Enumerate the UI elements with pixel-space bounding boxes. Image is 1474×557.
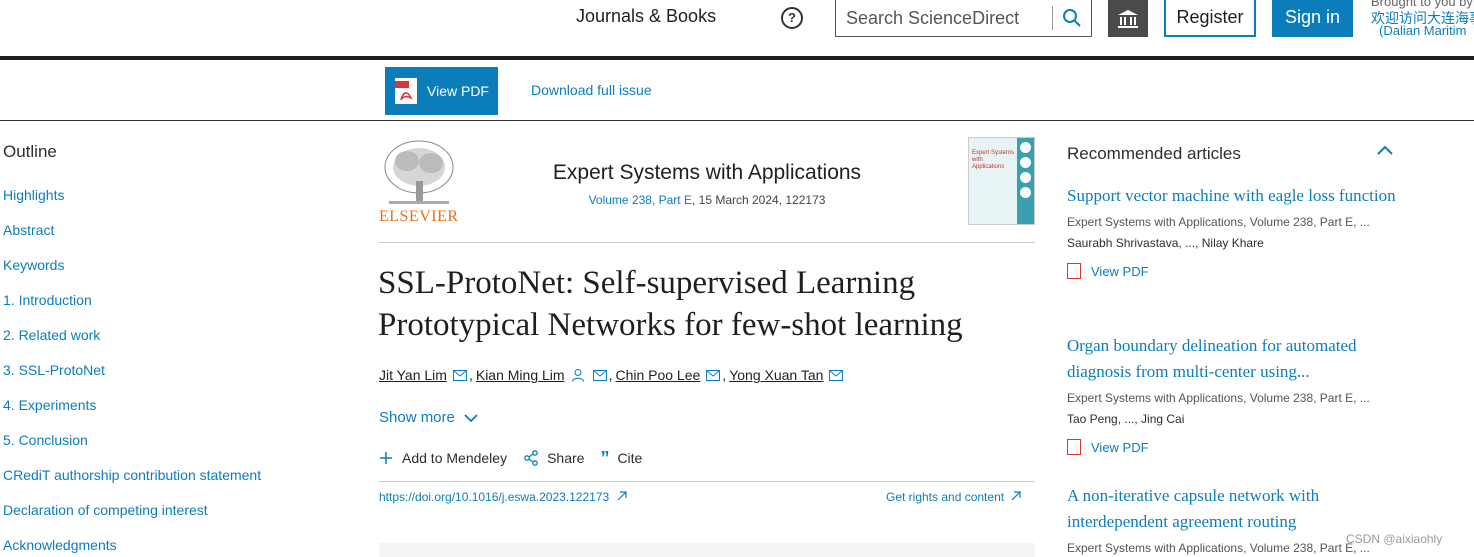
- recommended-view-pdf-link[interactable]: View PDF: [1067, 263, 1407, 279]
- sign-in-button[interactable]: Sign in: [1272, 0, 1353, 37]
- pdf-icon: [395, 78, 417, 104]
- outline-item-ssl-protonet[interactable]: 3. SSL-ProtoNet: [3, 362, 105, 378]
- recommended-article-source: Expert Systems with Applications, Volume…: [1067, 215, 1370, 229]
- issue-date: , 15 March 2024, 122173: [691, 193, 826, 207]
- recommended-view-pdf-link[interactable]: View PDF: [1067, 439, 1407, 455]
- envelope-icon[interactable]: [592, 369, 607, 381]
- journal-cover-image[interactable]: Expert Systems with Applications: [968, 137, 1035, 225]
- outline-item-highlights[interactable]: Highlights: [3, 187, 64, 203]
- doi-link[interactable]: https://doi.org/10.1016/j.eswa.2023.1221…: [379, 490, 627, 504]
- collapse-recommended-button[interactable]: [1376, 143, 1394, 162]
- quote-icon: ”: [600, 448, 610, 468]
- elsevier-wordmark: ELSEVIER: [379, 208, 459, 225]
- outline-item-conclusion[interactable]: 5. Conclusion: [3, 432, 88, 448]
- external-link-icon: [617, 491, 627, 501]
- outline-item-introduction[interactable]: 1. Introduction: [3, 292, 92, 308]
- institution-button[interactable]: [1108, 0, 1148, 37]
- person-icon[interactable]: [571, 368, 585, 382]
- recommended-article-authors: Saurabh Shrivastava, ..., Nilay Khare: [1067, 236, 1264, 250]
- envelope-icon[interactable]: [706, 369, 721, 381]
- author-link[interactable]: Jit Yan Lim: [379, 367, 447, 383]
- recommended-article-title[interactable]: A non-iterative capsule network with int…: [1067, 483, 1407, 535]
- institution-icon: [1118, 9, 1138, 28]
- cover-strip: [1017, 138, 1034, 224]
- search-button[interactable]: [1053, 3, 1091, 33]
- outline-heading: Outline: [3, 142, 57, 161]
- outline-item-competing-interest[interactable]: Declaration of competing interest: [3, 502, 208, 518]
- outline-item-abstract[interactable]: Abstract: [3, 222, 54, 238]
- recommended-article-title[interactable]: Organ boundary delineation for automated…: [1067, 333, 1407, 385]
- envelope-icon[interactable]: [829, 369, 844, 381]
- volume-link[interactable]: Volume 238, Part E: [589, 193, 692, 207]
- search-input[interactable]: [836, 3, 1052, 33]
- view-pdf-label: View PDF: [1091, 439, 1149, 455]
- author-link[interactable]: Yong Xuan Tan: [729, 367, 823, 383]
- cover-title: Expert Systems with Applications: [969, 138, 1017, 224]
- recommended-article: Support vector machine with eagle loss f…: [1067, 183, 1407, 279]
- register-button[interactable]: Register: [1164, 0, 1256, 37]
- volume-line: Volume 238, Part E, 15 March 2024, 12217…: [379, 193, 1035, 207]
- chevron-down-icon: [464, 413, 478, 422]
- pdf-icon: [1067, 263, 1081, 279]
- author-link[interactable]: Chin Poo Lee: [615, 367, 700, 383]
- journals-books-link[interactable]: Journals & Books: [576, 6, 716, 27]
- institution-name-link[interactable]: (Dalian Maritim: [1379, 23, 1466, 38]
- article-toolbar: [0, 62, 1474, 121]
- pdf-icon: [1067, 439, 1081, 455]
- search-box: [835, 0, 1092, 37]
- recommended-article-source: Expert Systems with Applications, Volume…: [1067, 391, 1370, 405]
- show-more-label: Show more: [379, 409, 455, 426]
- plus-icon: [380, 452, 392, 464]
- show-more-button[interactable]: Show more: [379, 409, 479, 426]
- help-icon[interactable]: ?: [781, 7, 803, 29]
- recommended-heading: Recommended articles: [1067, 144, 1241, 163]
- outline-item-acknowledgments[interactable]: Acknowledgments: [3, 537, 117, 553]
- article-actions: Add to Mendeley Share ” Cite: [379, 448, 658, 468]
- envelope-icon[interactable]: [452, 369, 467, 381]
- view-pdf-label: View PDF: [427, 83, 489, 99]
- view-pdf-button[interactable]: View PDF: [385, 67, 498, 115]
- chevron-up-icon: [1377, 145, 1393, 155]
- get-rights-label: Get rights and content: [886, 490, 1005, 504]
- journal-name-link[interactable]: Expert Systems with Applications: [379, 161, 1035, 185]
- divider: [379, 242, 1035, 243]
- author-list: Jit Yan Lim , Kian Ming Lim , Chin Poo L…: [379, 367, 845, 383]
- add-to-mendeley-label: Add to Mendeley: [402, 450, 508, 466]
- outline-item-related-work[interactable]: 2. Related work: [3, 327, 100, 343]
- recommended-article: Organ boundary delineation for automated…: [1067, 333, 1407, 455]
- cite-button[interactable]: ” Cite: [600, 448, 643, 468]
- download-full-issue-link[interactable]: Download full issue: [531, 82, 652, 98]
- outline-item-experiments[interactable]: 4. Experiments: [3, 397, 96, 413]
- share-button[interactable]: Share: [523, 450, 584, 466]
- author-link[interactable]: Kian Ming Lim: [476, 367, 565, 383]
- abstract-panel: [379, 543, 1035, 557]
- share-icon: [524, 450, 538, 466]
- csdn-watermark: CSDN @aixiaohly: [1346, 532, 1443, 546]
- outline-item-credit[interactable]: CRediT authorship contribution statement: [3, 467, 261, 483]
- external-link-icon: [1011, 491, 1022, 501]
- recommended-article-authors: Tao Peng, ..., Jing Cai: [1067, 412, 1185, 426]
- add-to-mendeley-button[interactable]: Add to Mendeley: [379, 450, 507, 466]
- share-label: Share: [547, 450, 585, 466]
- search-icon: [1063, 9, 1081, 27]
- view-pdf-label: View PDF: [1091, 263, 1149, 279]
- cite-label: Cite: [617, 450, 643, 466]
- get-rights-link[interactable]: Get rights and content: [886, 490, 1022, 504]
- article-title: SSL-ProtoNet: Self-supervised Learning P…: [378, 265, 963, 343]
- doi-text: https://doi.org/10.1016/j.eswa.2023.1221…: [379, 490, 610, 504]
- divider: [379, 481, 1035, 482]
- recommended-article-title[interactable]: Support vector machine with eagle loss f…: [1067, 183, 1407, 209]
- outline-item-keywords[interactable]: Keywords: [3, 257, 64, 273]
